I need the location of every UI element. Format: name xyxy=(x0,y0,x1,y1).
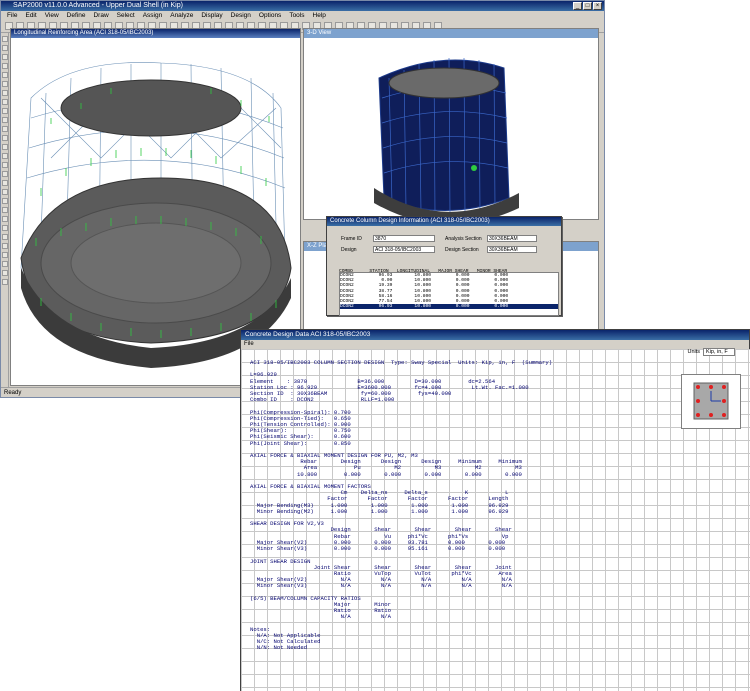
side-tool-icon[interactable] xyxy=(2,135,8,141)
side-tool-icon[interactable] xyxy=(2,180,8,186)
design-report-text: ACI 318-05/IBC2003 COLUMN SECTION DESIGN… xyxy=(250,359,553,652)
menu-options[interactable]: Options xyxy=(255,11,285,20)
column-section-diagram xyxy=(681,374,741,429)
frame-id-label: Frame ID xyxy=(341,236,362,242)
side-tool-icon[interactable] xyxy=(2,171,8,177)
design-section-label: Design Section xyxy=(445,247,479,253)
side-tool-icon[interactable] xyxy=(2,270,8,276)
side-tool-icon[interactable] xyxy=(2,252,8,258)
column-design-info-title: Concrete Column Design Information (ACI … xyxy=(327,217,561,226)
design-label: Design xyxy=(341,247,357,253)
side-tool-icon[interactable] xyxy=(2,198,8,204)
design-code-field: ACI 318-05/IBC2003 xyxy=(373,246,435,253)
side-tool-icon[interactable] xyxy=(2,126,8,132)
app-titlebar: SAP2000 v11.0.0 Advanced - Upper Dual Sh… xyxy=(1,1,604,11)
3d-view-title: 3-D View xyxy=(304,29,598,38)
side-tool-icon[interactable] xyxy=(2,117,8,123)
menu-view[interactable]: View xyxy=(41,11,63,20)
close-button[interactable]: × xyxy=(593,2,602,10)
3d-view-window[interactable]: 3-D View xyxy=(303,28,599,225)
side-tool-icon[interactable] xyxy=(2,144,8,150)
side-tool-icon[interactable] xyxy=(2,45,8,51)
menu-display[interactable]: Display xyxy=(197,11,226,20)
side-tool-icon[interactable] xyxy=(2,63,8,69)
side-tool-icon[interactable] xyxy=(2,81,8,87)
menu-tools[interactable]: Tools xyxy=(285,11,308,20)
report-menu-file[interactable]: File xyxy=(244,341,254,347)
menu-analyze[interactable]: Analyze xyxy=(166,11,197,20)
side-tool-icon[interactable] xyxy=(2,90,8,96)
side-tool-icon[interactable] xyxy=(2,99,8,105)
longitudinal-view-title: Longitudinal Reinforcing Area (ACI 318-0… xyxy=(11,29,300,38)
side-tool-icon[interactable] xyxy=(2,216,8,222)
units-select[interactable]: Kip, in, F xyxy=(703,348,735,356)
side-tool-icon[interactable] xyxy=(2,189,8,195)
app-title: SAP2000 v11.0.0 Advanced - Upper Dual Sh… xyxy=(13,2,183,9)
menu-help[interactable]: Help xyxy=(309,11,330,20)
side-tool-icon[interactable] xyxy=(2,234,8,240)
side-tool-icon[interactable] xyxy=(2,153,8,159)
menu-file[interactable]: File xyxy=(3,11,21,20)
frame-id-field: 3870 xyxy=(373,235,435,242)
side-tool-icon[interactable] xyxy=(2,225,8,231)
side-toolbar xyxy=(1,33,9,387)
units-control: Units Kip, in, F xyxy=(687,348,735,356)
concrete-design-data-title-text: Concrete Design Data ACI 318-05/IBC2003 xyxy=(245,331,371,338)
column-design-info-dialog: Concrete Column Design Information (ACI … xyxy=(326,216,562,316)
status-text: Ready xyxy=(4,390,22,396)
analysis-section-field: 30X36BEAM xyxy=(487,235,537,242)
side-tool-icon[interactable] xyxy=(2,162,8,168)
side-tool-icon[interactable] xyxy=(2,36,8,42)
side-tool-icon[interactable] xyxy=(2,207,8,213)
combo-results-list[interactable]: DCON2 96.93 10.800 0.000 0.000 DCON2 0.0… xyxy=(339,272,559,316)
side-tool-icon[interactable] xyxy=(2,279,8,285)
maximize-button[interactable]: □ xyxy=(583,2,592,10)
menu-bar: File Edit View Define Draw Select Assign… xyxy=(1,11,604,20)
side-tool-icon[interactable] xyxy=(2,72,8,78)
side-tool-icon[interactable] xyxy=(2,261,8,267)
side-tool-icon[interactable] xyxy=(2,243,8,249)
report-menu-bar: File xyxy=(241,340,749,349)
menu-edit[interactable]: Edit xyxy=(21,11,40,20)
concrete-design-data-title: Concrete Design Data ACI 318-05/IBC2003 xyxy=(241,330,749,340)
units-select-value: Kip, in, F xyxy=(706,349,728,355)
menu-draw[interactable]: Draw xyxy=(89,11,112,20)
list-item-selected[interactable]: DCON2 96.93 10.800 0.000 0.000 xyxy=(340,304,558,310)
analysis-section-label: Analysis Section xyxy=(445,236,482,242)
concrete-design-data-window: Concrete Design Data ACI 318-05/IBC2003 … xyxy=(240,329,750,691)
units-label: Units xyxy=(687,349,700,355)
3d-model-view[interactable] xyxy=(304,38,598,225)
menu-define[interactable]: Define xyxy=(63,11,90,20)
menu-select[interactable]: Select xyxy=(113,11,139,20)
side-tool-icon[interactable] xyxy=(2,54,8,60)
minimize-button[interactable]: _ xyxy=(573,2,582,10)
menu-design[interactable]: Design xyxy=(227,11,255,20)
design-section-field: 30X36BEAM xyxy=(487,246,537,253)
menu-assign[interactable]: Assign xyxy=(139,11,167,20)
side-tool-icon[interactable] xyxy=(2,108,8,114)
